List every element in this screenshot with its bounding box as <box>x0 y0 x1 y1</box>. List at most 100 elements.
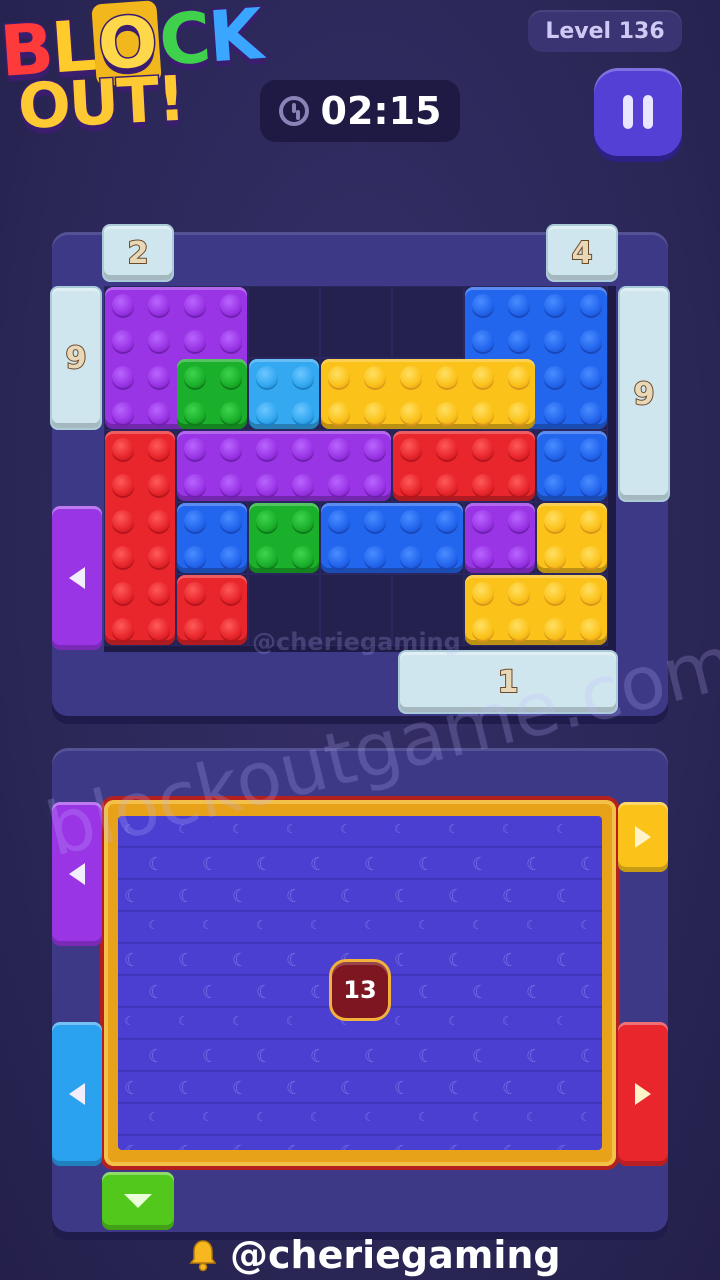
moon-decoration: ☾ <box>286 950 303 971</box>
block-stud <box>544 546 566 568</box>
block-stud <box>472 438 494 460</box>
yellow-block[interactable] <box>537 503 607 573</box>
grid-cell <box>392 286 464 358</box>
block-stud <box>112 294 134 316</box>
red-block[interactable] <box>393 431 535 501</box>
bell-icon <box>189 1240 217 1272</box>
block-stud <box>508 510 530 532</box>
green-block[interactable] <box>177 359 247 429</box>
block-stud <box>580 366 602 388</box>
block-stud <box>148 330 170 352</box>
block-stud <box>580 294 602 316</box>
block-stud <box>148 402 170 424</box>
bottom-gate-green[interactable] <box>102 1172 174 1230</box>
block-stud <box>544 294 566 316</box>
moon-decoration: ☾ <box>472 1046 489 1067</box>
red-block[interactable] <box>105 431 175 645</box>
purple-block[interactable] <box>465 503 535 573</box>
block-stud <box>220 546 242 568</box>
moon-decoration: ☾ <box>256 982 273 1003</box>
moon-decoration: ☾ <box>526 918 537 932</box>
exit-gate-purple-left[interactable] <box>52 506 102 650</box>
moon-decoration: ☾ <box>580 1046 597 1067</box>
cyan-block[interactable] <box>249 359 319 429</box>
moon-decoration: ☾ <box>448 822 459 836</box>
moon-decoration: ☾ <box>556 1142 572 1150</box>
moon-decoration: ☾ <box>472 854 489 875</box>
game-screen: BLOCK OUT! BLOCK OUT! Level 136 02:15 2 … <box>0 0 720 1280</box>
side-gate-blue[interactable] <box>52 1022 102 1166</box>
block-stud <box>256 366 278 388</box>
yellow-block[interactable] <box>465 575 607 645</box>
side-gate-red[interactable] <box>618 1022 668 1166</box>
blue-block[interactable] <box>177 503 247 573</box>
moon-decoration: ☾ <box>556 1078 573 1099</box>
moon-decoration: ☾ <box>364 1046 381 1067</box>
block-stud <box>148 546 170 568</box>
block-stud <box>148 510 170 532</box>
block-stud <box>580 582 602 604</box>
block-stud <box>292 474 314 496</box>
block-stud <box>400 366 422 388</box>
moon-decoration: ☾ <box>364 1110 375 1124</box>
moon-decoration: ☾ <box>556 886 573 907</box>
block-stud <box>508 366 530 388</box>
block-stud <box>364 438 386 460</box>
moon-decoration: ☾ <box>526 1046 543 1067</box>
block-stud <box>436 402 458 424</box>
moon-decoration: ☾ <box>418 1110 429 1124</box>
moon-decoration: ☾ <box>502 1014 513 1028</box>
block-stud <box>436 438 458 460</box>
grid-cell <box>320 286 392 358</box>
exit-gate-left: 9 <box>50 286 102 430</box>
exit-gate-top-left: 2 <box>102 224 174 282</box>
block-stud <box>292 510 314 532</box>
block-stud <box>544 330 566 352</box>
block-stud <box>148 438 170 460</box>
blue-block[interactable] <box>321 503 463 573</box>
block-stud <box>544 618 566 640</box>
green-block[interactable] <box>249 503 319 573</box>
timer-value: 02:15 <box>320 89 442 133</box>
moon-decoration: ☾ <box>124 886 141 907</box>
moon-decoration: ☾ <box>394 886 411 907</box>
block-stud <box>580 618 602 640</box>
block-stud <box>508 618 530 640</box>
moon-decoration: ☾ <box>178 1142 194 1150</box>
purple-block[interactable] <box>177 431 391 501</box>
moon-decoration: ☾ <box>472 982 489 1003</box>
countdown-timer: 02:15 <box>260 80 460 142</box>
block-stud <box>508 330 530 352</box>
red-block[interactable] <box>177 575 247 645</box>
moon-decoration: ☾ <box>580 918 591 932</box>
arrow-down-icon <box>124 1194 152 1208</box>
moon-decoration: ☾ <box>340 1078 357 1099</box>
block-stud <box>364 546 386 568</box>
block-stud <box>472 546 494 568</box>
arrow-left-icon <box>69 567 85 589</box>
moon-decoration: ☾ <box>124 1078 141 1099</box>
block-stud <box>580 402 602 424</box>
block-stud <box>436 366 458 388</box>
block-stud <box>472 366 494 388</box>
block-stud <box>544 438 566 460</box>
block-stud <box>364 366 386 388</box>
block-stud <box>364 474 386 496</box>
moon-decoration: ☾ <box>178 1078 195 1099</box>
moon-decoration: ☾ <box>148 1110 159 1124</box>
moon-decoration: ☾ <box>286 1078 303 1099</box>
moon-decoration: ☾ <box>232 1142 248 1150</box>
moon-decoration: ☾ <box>124 1142 140 1150</box>
yellow-block[interactable] <box>321 359 535 429</box>
moon-decoration: ☾ <box>418 1046 435 1067</box>
moon-decoration: ☾ <box>580 1110 591 1124</box>
moon-decoration: ☾ <box>580 854 597 875</box>
side-gate-yellow[interactable] <box>618 802 668 872</box>
moon-decoration: ☾ <box>124 1014 135 1028</box>
block-stud <box>220 510 242 532</box>
moon-decoration: ☾ <box>526 982 543 1003</box>
pause-button[interactable] <box>594 68 682 156</box>
blue-block[interactable] <box>537 431 607 501</box>
moon-decoration: ☾ <box>472 1110 483 1124</box>
block-stud <box>436 510 458 532</box>
